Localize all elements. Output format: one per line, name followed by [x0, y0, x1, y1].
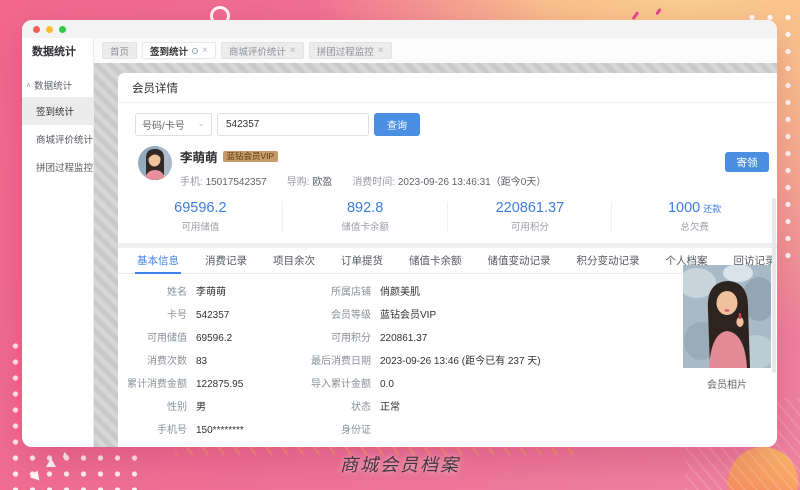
detail-tab-project-times[interactable]: 项目余次 — [260, 248, 328, 273]
detail-tab-stored-value-changes[interactable]: 储值变动记录 — [475, 248, 564, 273]
sidebar: 数据统计 ∧ 数据统计 签到统计 商城评价统计 拼团过程监控 — [22, 38, 94, 447]
close-tab-icon[interactable]: × — [378, 46, 384, 56]
tab-signin-stats[interactable]: 签到统计 × — [142, 42, 216, 59]
tab-mall-review-stats[interactable]: 商城评价统计 × — [221, 42, 304, 59]
app-window: 数据统计 ∧ 数据统计 签到统计 商城评价统计 拼团过程监控 首页 签到统计 — [22, 20, 777, 447]
sidebar-group-label: 数据统计 — [34, 78, 72, 92]
form-row-total-consume: 累计消费金额122875.95 — [118, 378, 276, 401]
close-tab-icon[interactable]: × — [202, 46, 208, 56]
sidebar-item-mall-review-stats[interactable]: 商城评价统计 — [22, 125, 93, 153]
detail-tab-order-pickup[interactable]: 订单提货 — [328, 248, 396, 273]
member-photo-box: 会员相片 — [683, 265, 771, 391]
detail-tab-consume-records[interactable]: 消费记录 — [192, 248, 260, 273]
window-titlebar — [22, 20, 777, 38]
vip-level-badge: 蓝钻会员VIP — [223, 151, 279, 163]
stat-total-arrears: 1000还款 总欠费 — [612, 198, 777, 237]
form-row-status: 状态正常 — [276, 401, 616, 424]
sidebar-title: 数据统计 — [22, 38, 93, 59]
member-summary: 李萌萌 蓝钻会员VIP 手机: 15017542357 导购: 欧盈 消费时间:… — [138, 146, 763, 188]
sidebar-item-signin-stats[interactable]: 签到统计 — [22, 97, 93, 125]
deposit-claim-button[interactable]: 寄领 — [725, 152, 769, 172]
chevron-down-icon: ⌄ — [197, 119, 205, 128]
basic-info-form: 姓名李萌萌 卡号542357 可用储值69596.2 消费次数83 累计消费金额… — [118, 274, 777, 447]
form-row-member-level: 会员等级蓝钻会员VIP — [276, 309, 616, 332]
page-caption: 商城会员档案 — [0, 451, 800, 477]
member-guide: 导购: 欧盈 — [287, 173, 333, 188]
maximize-window-button[interactable] — [59, 26, 66, 33]
detail-tab-points-changes[interactable]: 积分变动记录 — [564, 248, 653, 273]
form-row-consume-count: 消费次数83 — [118, 355, 276, 378]
detail-tab-bar: 基本信息 消费记录 项目余次 订单提货 储值卡余额 储值变动记录 积分变动记录 … — [118, 248, 777, 274]
close-window-button[interactable] — [33, 26, 40, 33]
form-row-gender: 性别男 — [118, 401, 276, 424]
sidebar-group-data-stats[interactable]: ∧ 数据统计 — [22, 73, 93, 97]
form-row-card-no: 卡号542357 — [118, 309, 276, 332]
search-input[interactable] — [217, 113, 369, 136]
stat-stored-card-balance: 892.8 储值卡余额 — [283, 198, 448, 237]
form-row-phone: 手机号150******** — [118, 424, 276, 447]
tab-bar: 首页 签到统计 × 商城评价统计 × 拼团过程监控 × — [94, 38, 777, 63]
chevron-up-icon: ∧ — [26, 82, 31, 89]
form-row-id-card: 身份证 — [276, 424, 616, 447]
content-area: 会员详情 号码/卡号 ⌄ 查询 — [94, 63, 777, 447]
member-photo-caption: 会员相片 — [683, 376, 771, 391]
tab-groupbuy-monitor[interactable]: 拼团过程监控 × — [309, 42, 392, 59]
slash-decoration — [632, 11, 639, 20]
form-row-points: 可用积分220861.37 — [276, 332, 616, 355]
member-stats: 69596.2 可用储值 892.8 储值卡余额 220861.37 可用积分 — [118, 198, 777, 237]
form-row-stored-value: 可用储值69596.2 — [118, 332, 276, 355]
tab-home[interactable]: 首页 — [102, 42, 137, 59]
background: 数据统计 ∧ 数据统计 签到统计 商城评价统计 拼团过程监控 首页 签到统计 — [0, 0, 800, 490]
member-photo — [683, 265, 771, 368]
form-row-imported-total: 导入累计金额0.0 — [276, 378, 616, 401]
query-button[interactable]: 查询 — [374, 113, 420, 136]
form-row-name: 姓名李萌萌 — [118, 286, 276, 309]
detail-tab-basic-info[interactable]: 基本信息 — [124, 248, 192, 273]
loading-circle-icon — [192, 48, 198, 54]
form-row-store: 所属店铺俏颜美肌 — [276, 286, 616, 309]
detail-tab-stored-card-balance[interactable]: 储值卡余额 — [396, 248, 475, 273]
select-value: 号码/卡号 — [142, 117, 185, 132]
stat-available-stored-value: 69596.2 可用储值 — [118, 198, 283, 237]
slash-decoration — [655, 8, 661, 15]
close-tab-icon[interactable]: × — [290, 46, 296, 56]
member-avatar — [138, 146, 172, 180]
member-detail-panel: 会员详情 号码/卡号 ⌄ 查询 — [118, 73, 777, 447]
sidebar-item-groupbuy-monitor[interactable]: 拼团过程监控 — [22, 153, 93, 181]
stat-available-points: 220861.37 可用积分 — [448, 198, 613, 237]
member-last-consume-time: 消费时间: 2023-09-26 13:46:31（距今0天） — [352, 173, 546, 188]
search-row: 号码/卡号 ⌄ 查询 — [135, 113, 763, 136]
panel-scrollbar[interactable] — [772, 198, 776, 373]
member-phone: 手机: 15017542357 — [180, 173, 267, 188]
minimize-window-button[interactable] — [46, 26, 53, 33]
panel-title: 会员详情 — [118, 73, 777, 103]
search-field-select[interactable]: 号码/卡号 ⌄ — [135, 113, 212, 136]
repay-link[interactable]: 还款 — [703, 204, 721, 214]
member-name: 李萌萌 — [180, 147, 218, 166]
form-row-last-consume-date: 最后消费日期2023-09-26 13:46 (距今已有 237 天) — [276, 355, 616, 378]
